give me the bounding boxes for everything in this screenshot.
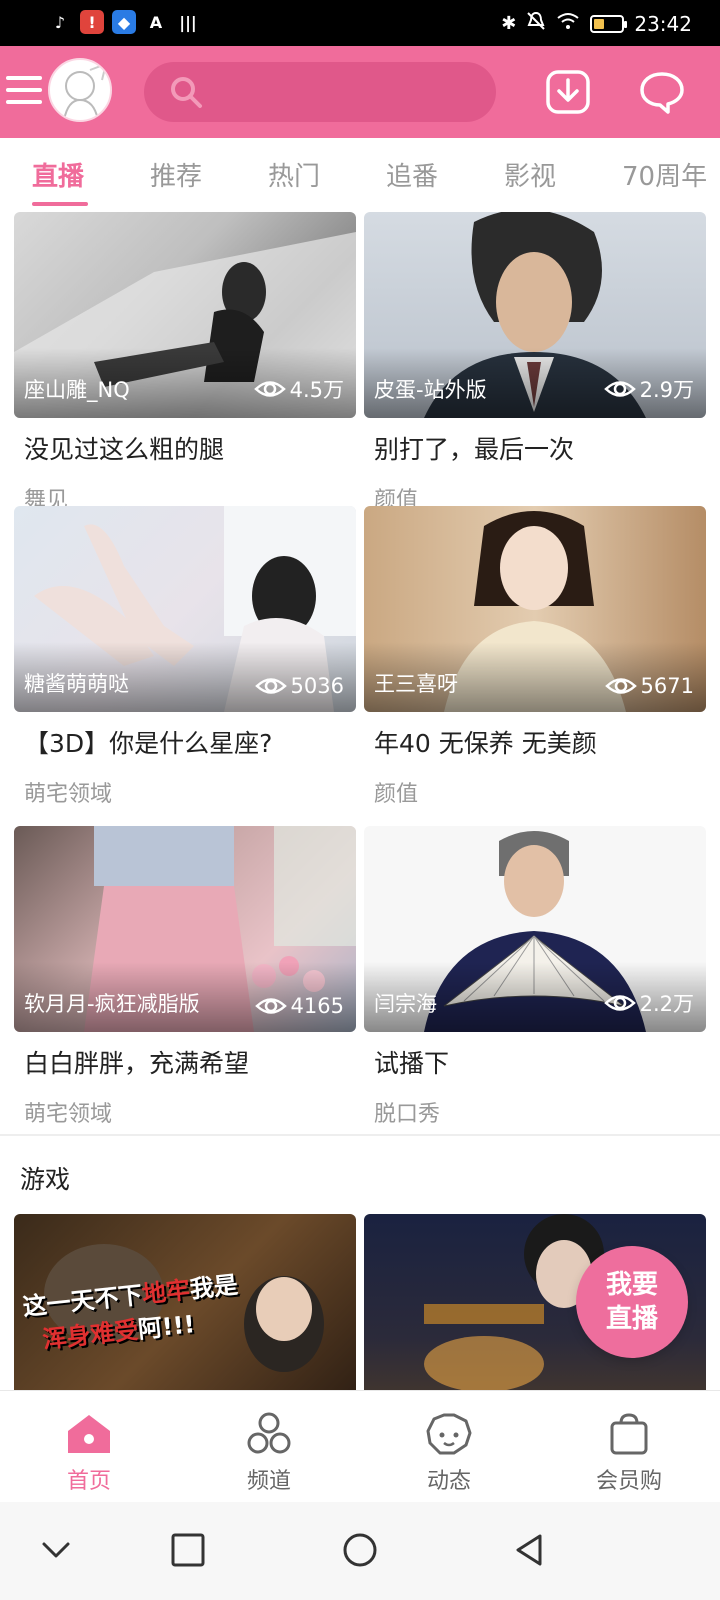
tab-film[interactable]: 影视 <box>504 156 556 193</box>
mute-bell-icon <box>526 11 546 36</box>
viewer-count: 4165 <box>254 994 344 1018</box>
bottom-navigation: 首页 频道 动态 会员购 <box>0 1390 720 1502</box>
streamer-name: 闫宗海 <box>374 992 437 1016</box>
chevron-down-icon[interactable] <box>38 1532 74 1572</box>
activity-icon <box>426 1413 472 1455</box>
viewer-count: 2.9万 <box>603 374 694 404</box>
category-tabs: 直播 推荐 热门 追番 影视 70周年 <box>0 138 720 212</box>
music-note-icon: ♪ <box>54 12 66 32</box>
nav-channels[interactable]: 频道 <box>214 1411 324 1495</box>
shield-app-icon: ◆ <box>112 10 136 34</box>
streamer-name: 软月月-疯狂减脂版 <box>24 992 200 1016</box>
channels-icon <box>247 1412 291 1454</box>
search-icon <box>168 74 204 114</box>
stream-category: 萌宅领域 <box>24 782 113 807</box>
eye-icon <box>604 678 637 694</box>
eye-icon <box>603 995 636 1011</box>
tab-hot[interactable]: 热门 <box>268 156 320 193</box>
eye-icon <box>254 678 287 694</box>
home-circle-icon[interactable] <box>342 1532 378 1572</box>
stream-thumbnail[interactable]: 糖酱萌萌哒 5036 <box>14 506 356 712</box>
stream-title: 【3D】你是什么星座? <box>24 729 273 758</box>
live-card[interactable]: 座山雕_NQ 4.5万 没见过这么粗的腿 舞见 <box>14 212 356 514</box>
live-card[interactable]: 闫宗海 2.2万 试播下 脱口秀 <box>364 826 706 1128</box>
battery-icon <box>590 14 628 33</box>
status-bar: ♪ ! ◆ A ||| ✱ 23:42 <box>0 0 720 46</box>
eye-icon <box>254 998 287 1014</box>
viewer-count: 2.2万 <box>603 988 694 1018</box>
home-icon <box>68 1415 110 1453</box>
stream-thumbnail[interactable]: 王三喜呀 5671 <box>364 506 706 712</box>
tab-recommend[interactable]: 推荐 <box>150 156 202 193</box>
stream-title: 白白胖胖，充满希望 <box>24 1049 250 1078</box>
stream-title: 试播下 <box>374 1049 450 1078</box>
viewer-count: 4.5万 <box>253 374 344 404</box>
avatar[interactable] <box>48 58 112 122</box>
viewer-count: 5671 <box>604 674 694 698</box>
notification-icons: ♪ ! ◆ A ||| <box>48 10 200 34</box>
live-card[interactable]: 皮蛋-站外版 2.9万 别打了，最后一次 颜值 <box>364 212 706 514</box>
recent-apps-icon[interactable] <box>170 1532 206 1572</box>
wifi-icon <box>556 11 580 36</box>
live-card[interactable]: 王三喜呀 5671 年40 无保养 无美颜 颜值 <box>364 506 706 808</box>
download-icon[interactable] <box>544 68 592 116</box>
nav-activity[interactable]: 动态 <box>394 1411 504 1495</box>
stream-thumbnail[interactable]: 软月月-疯狂减脂版 4165 <box>14 826 356 1032</box>
search-input[interactable] <box>144 62 496 122</box>
active-tab-indicator <box>32 202 88 206</box>
game-live-card[interactable]: 这一天不下地牢我是 浑身难受阿!!! <box>14 1214 356 1390</box>
stream-thumbnail[interactable]: 这一天不下地牢我是 浑身难受阿!!! <box>14 1214 356 1390</box>
system-status: ✱ 23:42 <box>501 11 692 36</box>
nav-member-shop[interactable]: 会员购 <box>574 1411 684 1495</box>
stream-title: 年40 无保养 无美颜 <box>374 729 597 758</box>
stream-thumbnail[interactable]: 皮蛋-站外版 2.9万 <box>364 212 706 418</box>
stream-category: 脱口秀 <box>374 1102 441 1127</box>
streamer-name: 皮蛋-站外版 <box>374 378 487 402</box>
a-app-icon: A <box>149 12 163 32</box>
live-card[interactable]: 软月月-疯狂减脂版 4165 白白胖胖，充满希望 萌宅领域 <box>14 826 356 1128</box>
shopping-bag-icon <box>610 1413 648 1455</box>
back-icon[interactable] <box>512 1532 548 1572</box>
tab-anime[interactable]: 追番 <box>386 156 438 193</box>
app-header <box>0 46 720 138</box>
audio-wave-icon: ||| <box>179 12 197 32</box>
streamer-name: 座山雕_NQ <box>24 378 130 402</box>
eye-icon <box>603 381 636 397</box>
clock: 23:42 <box>634 11 692 36</box>
stream-title: 没见过这么粗的腿 <box>24 435 225 464</box>
menu-icon[interactable] <box>6 76 42 104</box>
system-navigation <box>0 1502 720 1600</box>
stream-category: 萌宅领域 <box>24 1102 113 1127</box>
bluetooth-icon: ✱ <box>501 13 517 34</box>
streamer-name: 糖酱萌萌哒 <box>24 672 129 696</box>
tab-live[interactable]: 直播 <box>32 156 84 193</box>
tab-70th[interactable]: 70周年 <box>622 156 707 193</box>
viewer-count: 5036 <box>254 674 344 698</box>
message-icon[interactable] <box>638 68 686 116</box>
alert-app-icon: ! <box>80 10 104 34</box>
stream-category: 颜值 <box>374 782 419 807</box>
stream-thumbnail[interactable]: 闫宗海 2.2万 <box>364 826 706 1032</box>
section-divider <box>0 1134 720 1136</box>
stream-thumbnail[interactable]: 座山雕_NQ 4.5万 <box>14 212 356 418</box>
live-card[interactable]: 糖酱萌萌哒 5036 【3D】你是什么星座? 萌宅领域 <box>14 506 356 808</box>
stream-title: 别打了，最后一次 <box>374 435 575 464</box>
section-title-games[interactable]: 游戏 <box>20 1160 70 1196</box>
nav-home[interactable]: 首页 <box>34 1411 144 1495</box>
eye-icon <box>253 381 286 397</box>
streamer-name: 王三喜呀 <box>374 672 458 696</box>
go-live-button[interactable]: 我要 直播 <box>576 1246 688 1358</box>
